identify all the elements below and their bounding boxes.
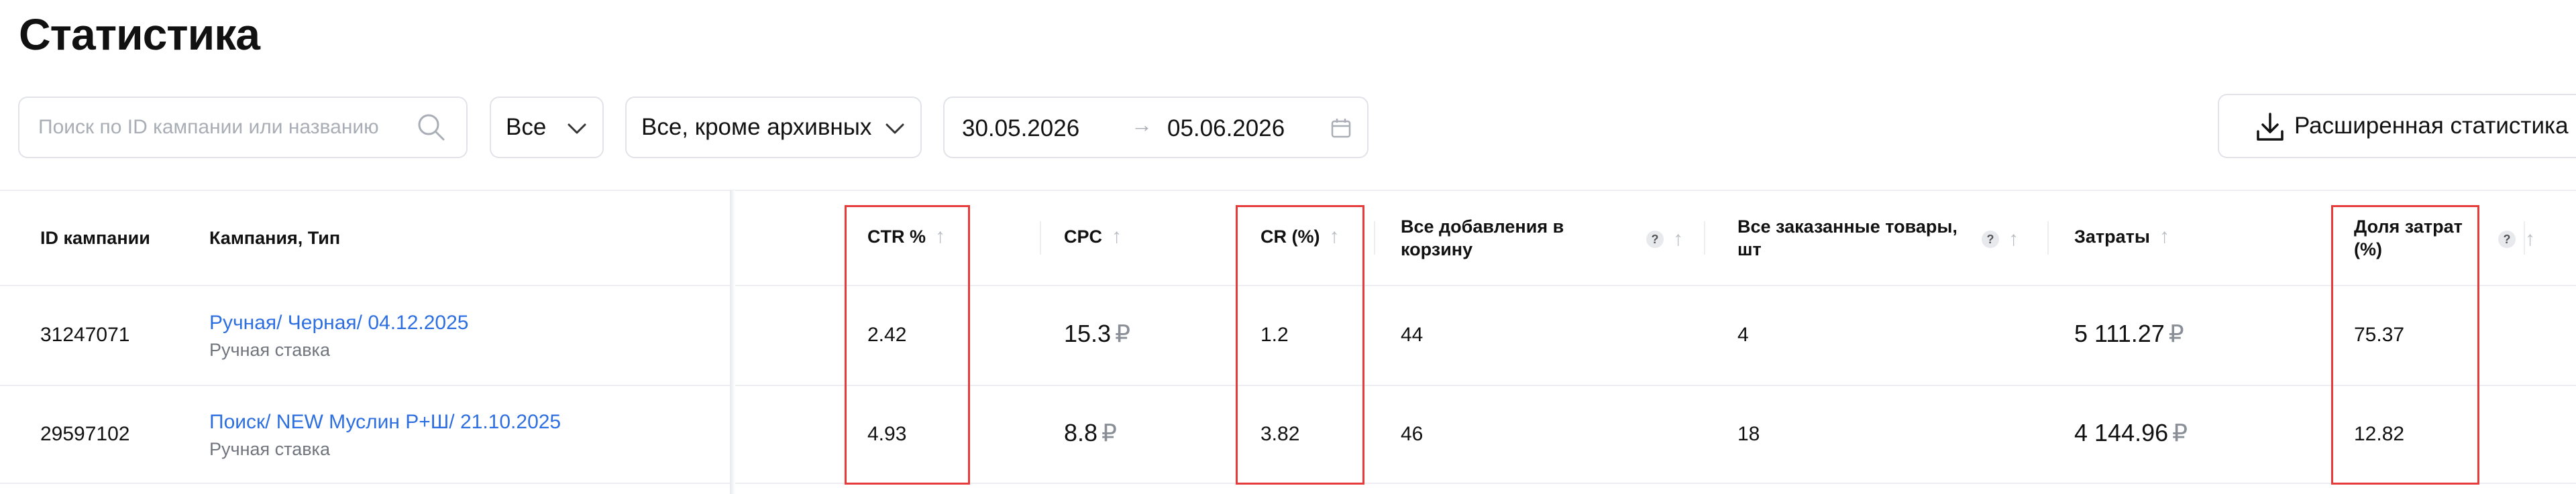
costs-value: 5 111.27 ₽ [2074, 322, 2184, 346]
campaign-type: Ручная ставка [209, 439, 330, 459]
header-campaign: Кампания, Тип [209, 227, 340, 249]
sort-arrow-icon[interactable]: ↑ [1112, 225, 1122, 248]
table-top-border [0, 190, 2576, 191]
campaign-name-link[interactable]: Ручная/ Черная/ 04.12.2025 [209, 311, 468, 335]
header-cart-label-2: корзину [1401, 239, 1473, 259]
sticky-shadow [730, 190, 735, 494]
header-separator [1040, 221, 1041, 255]
header-cpc[interactable]: CPC ↑ [1064, 225, 1122, 248]
header-separator [1704, 221, 1705, 255]
extended-stats-label: Расширенная статистика [2294, 113, 2569, 139]
help-icon[interactable]: ? [1982, 231, 1999, 248]
page-title: Статистика [19, 9, 260, 59]
campaign-id: 31247071 [40, 324, 130, 346]
ruble-sign: ₽ [2172, 419, 2188, 446]
header-ordered-label-1: Все заказанные товары, [1737, 217, 1957, 237]
header-ordered: Все заказанные товары, шт [1737, 215, 1957, 261]
header-cpc-label: CPC [1064, 227, 1103, 247]
header-campaign-label: Кампания, Тип [209, 228, 341, 248]
ruble-sign: ₽ [1115, 320, 1130, 347]
extended-stats-button[interactable]: Расширенная статистика [2218, 94, 2576, 158]
cr-highlight-box [1236, 205, 1364, 485]
sort-arrow-icon[interactable]: ↑ [2008, 228, 2019, 251]
header-id-label: ID кампании [40, 228, 150, 248]
search-icon[interactable] [415, 111, 447, 147]
cart-value: 46 [1401, 423, 1424, 445]
calendar-icon[interactable] [1330, 117, 1352, 145]
cpc-value: 8.8 ₽ [1064, 421, 1117, 445]
search-field[interactable] [18, 97, 468, 158]
sort-arrow-icon[interactable]: ↑ [2525, 228, 2535, 251]
ordered-value: 4 [1737, 324, 1749, 346]
header-costs-label: Затраты [2074, 227, 2150, 247]
search-input[interactable] [37, 115, 415, 139]
date-to[interactable]: 05.06.2026 [1167, 115, 1285, 142]
header-cart: Все добавления в корзину [1401, 215, 1564, 261]
cpc-value: 15.3 ₽ [1064, 322, 1130, 346]
campaign-name-link[interactable]: Поиск/ NEW Муслин Р+Ш/ 21.10.2025 [209, 410, 561, 434]
header-cart-controls[interactable]: ? ↑ [1640, 228, 1683, 251]
date-range-picker[interactable]: 30.05.2026 → 05.06.2026 [943, 97, 1368, 158]
type-select[interactable]: Все [490, 97, 604, 158]
campaign-id: 29597102 [40, 423, 130, 445]
header-ordered-label-2: шт [1737, 239, 1762, 259]
status-select-value: Все, кроме архивных [641, 114, 872, 140]
share-highlight-box [2331, 205, 2479, 485]
ordered-value: 18 [1737, 423, 1760, 445]
cpc-number: 8.8 [1064, 419, 1098, 446]
ruble-sign: ₽ [2168, 320, 2184, 347]
status-select[interactable]: Все, кроме архивных [625, 97, 922, 158]
cart-value: 44 [1401, 324, 1424, 346]
date-from[interactable]: 30.05.2026 [962, 115, 1079, 142]
header-id: ID кампании [40, 227, 150, 249]
sort-arrow-icon[interactable]: ↑ [1673, 228, 1683, 251]
costs-number: 4 144.96 [2074, 419, 2169, 446]
campaign-type: Ручная ставка [209, 340, 330, 360]
header-separator [2047, 221, 2049, 255]
header-ordered-controls[interactable]: ? ↑ [1975, 228, 2019, 251]
type-select-value: Все [506, 114, 547, 140]
costs-value: 4 144.96 ₽ [2074, 421, 2188, 445]
header-share-controls[interactable]: ? ↑ [2491, 228, 2535, 251]
header-separator [1374, 221, 1375, 255]
ctr-highlight-box [845, 205, 970, 485]
arrow-right-icon: → [1131, 113, 1152, 137]
ruble-sign: ₽ [1102, 419, 1117, 446]
cpc-number: 15.3 [1064, 320, 1112, 347]
download-icon [2253, 110, 2288, 151]
help-icon[interactable]: ? [2498, 231, 2516, 248]
costs-number: 5 111.27 [2074, 320, 2165, 347]
help-icon[interactable]: ? [1646, 231, 1664, 248]
header-costs[interactable]: Затраты ↑ [2074, 225, 2169, 248]
sort-arrow-icon[interactable]: ↑ [2159, 225, 2169, 248]
chevron-down-icon [566, 118, 588, 145]
header-cart-label-1: Все добавления в [1401, 217, 1564, 237]
chevron-down-icon [884, 118, 906, 145]
